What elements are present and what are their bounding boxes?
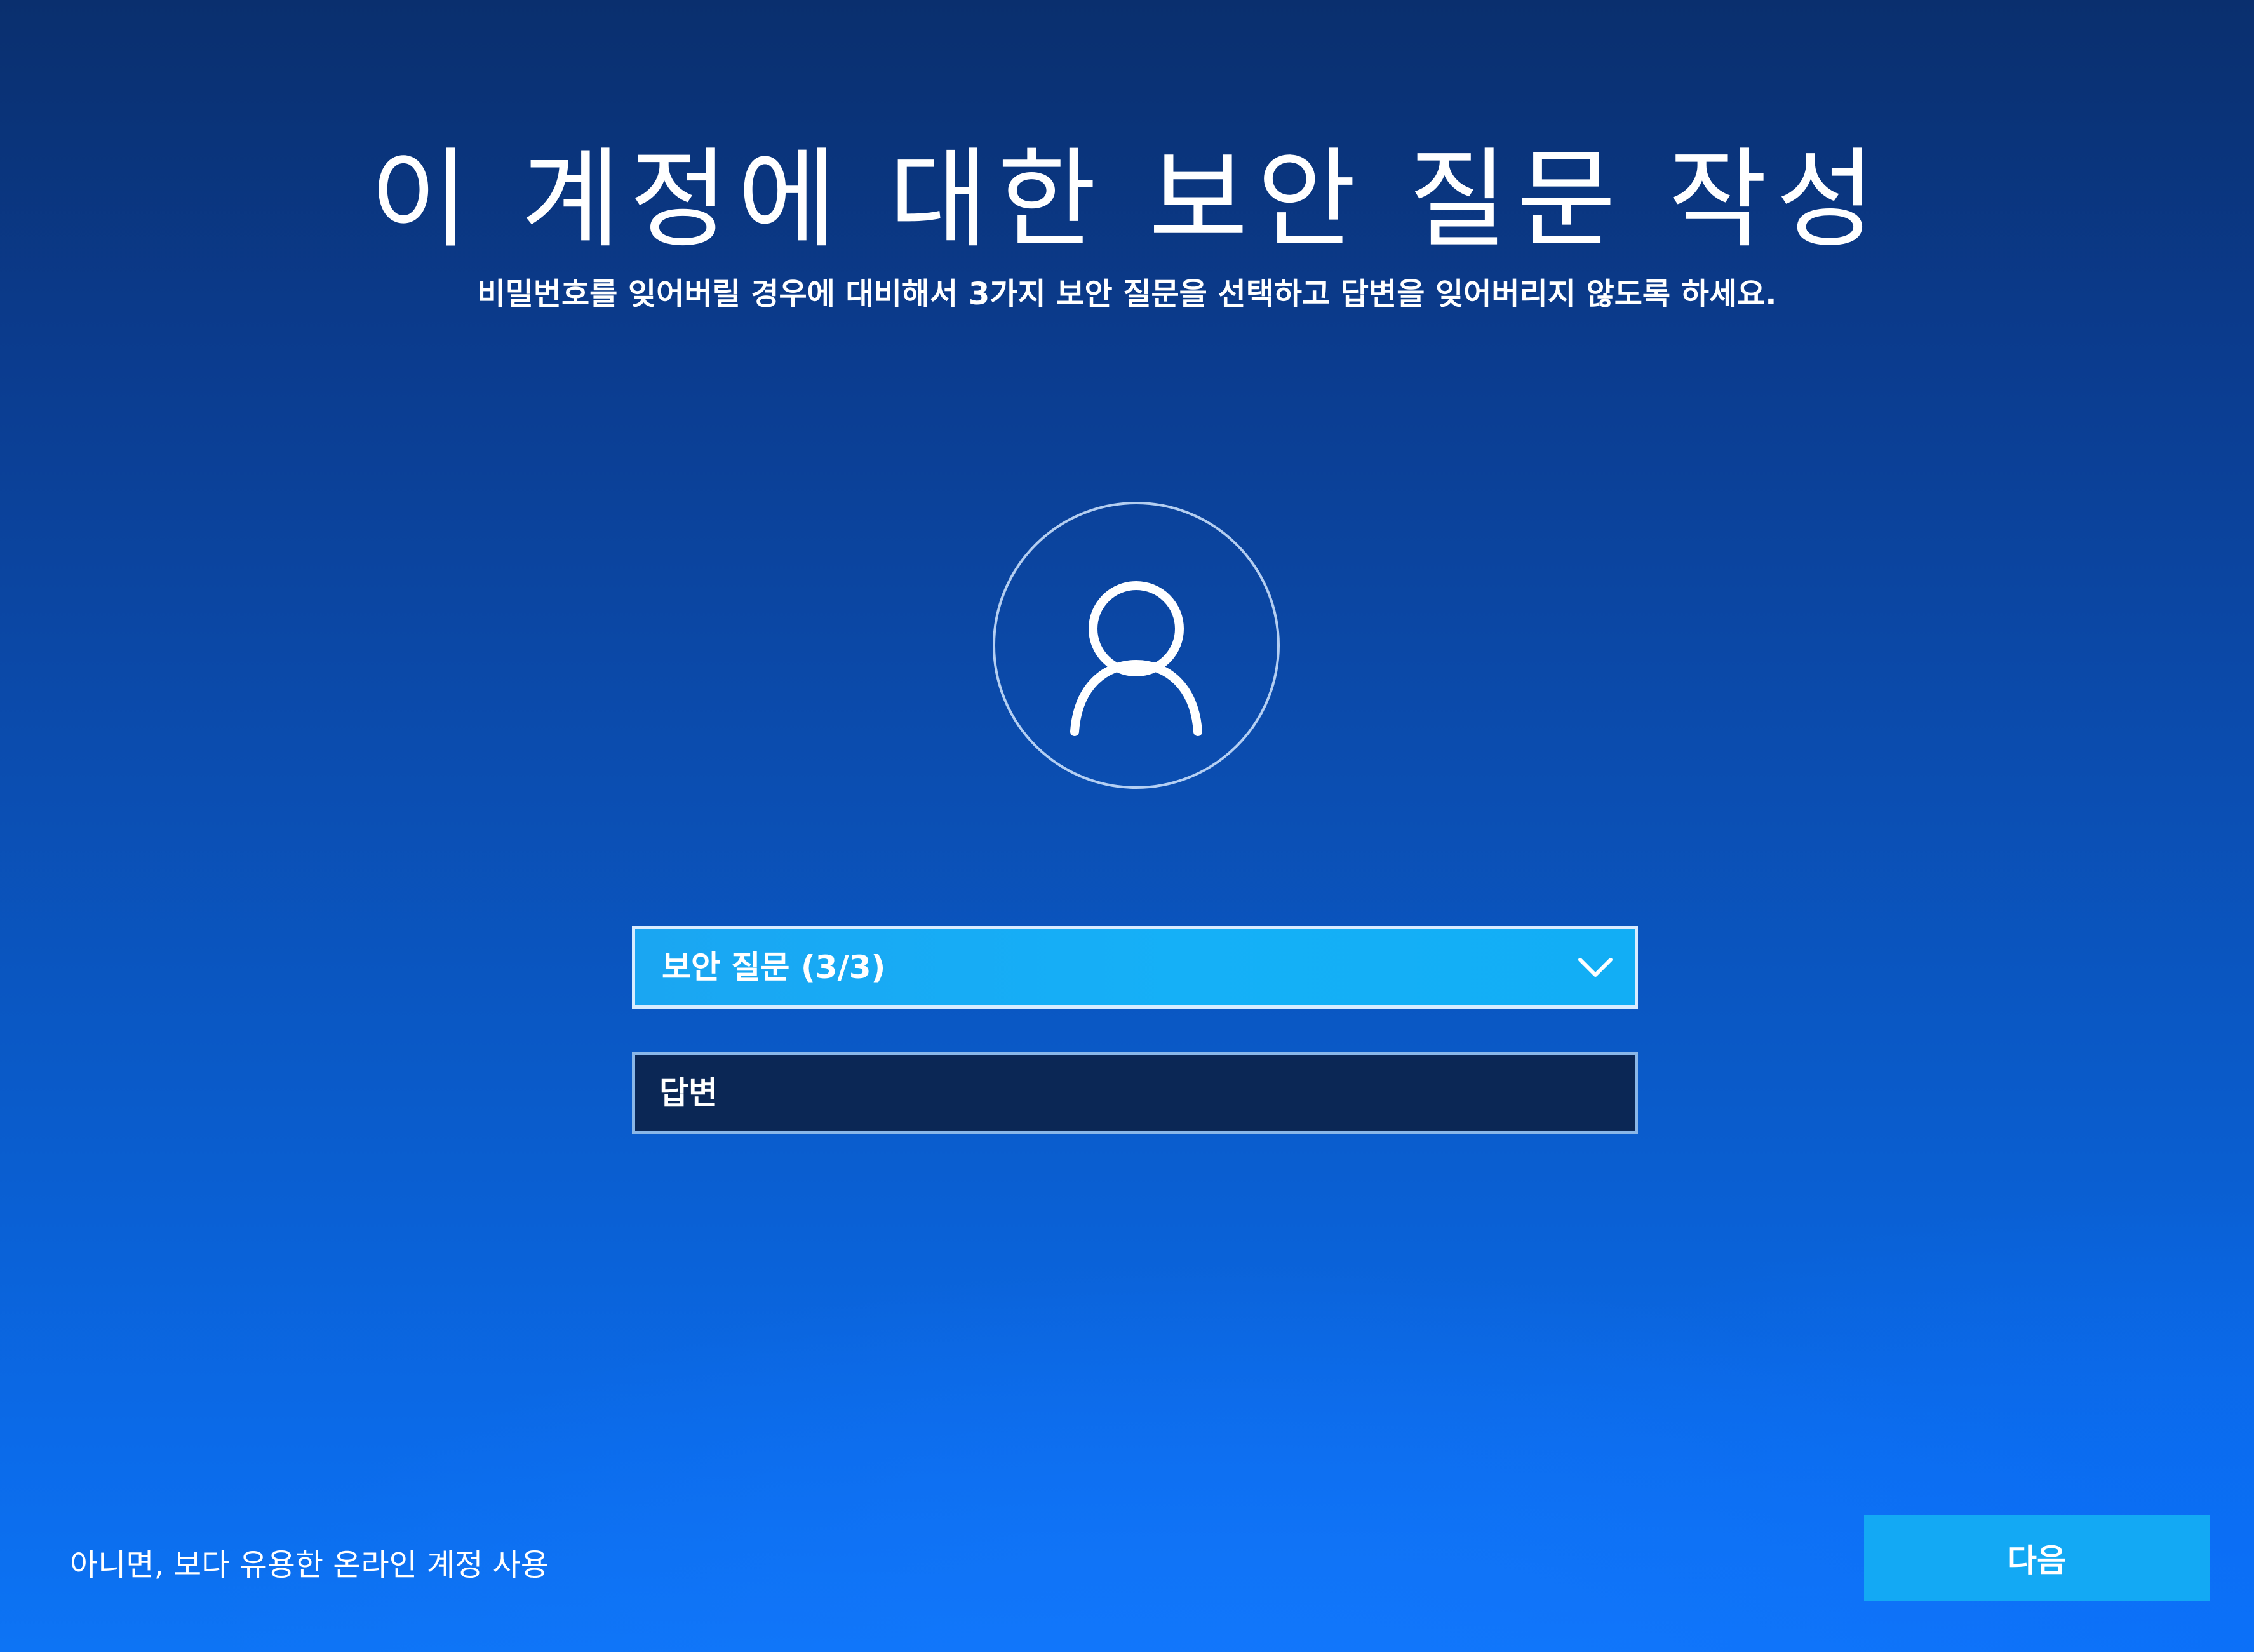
security-question-label: 보안 질문 (3/3) — [662, 949, 886, 986]
user-icon — [1070, 581, 1202, 736]
security-question-select[interactable]: 보안 질문 (3/3) — [632, 926, 1638, 1009]
online-account-link[interactable]: 아니면, 보다 유용한 온라인 계정 사용 — [70, 1540, 549, 1590]
avatar — [993, 502, 1280, 789]
answer-input[interactable] — [632, 1052, 1638, 1134]
next-button[interactable]: 다음 — [1864, 1515, 2210, 1601]
chevron-down-icon — [1578, 958, 1613, 977]
page-title: 이 계정에 대한 보안 질문 작성 — [370, 137, 1884, 263]
page-subtitle: 비밀번호를 잊어버릴 경우에 대비해서 3가지 보안 질문을 선택하고 답변을 … — [477, 276, 1777, 312]
